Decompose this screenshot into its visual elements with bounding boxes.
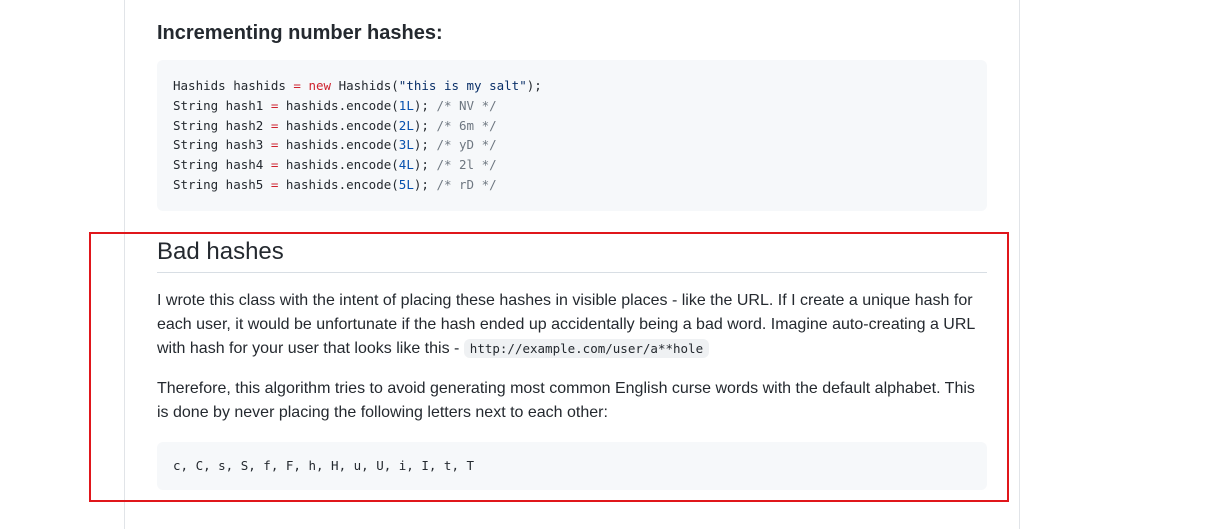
code-token: hashids.encode( xyxy=(278,157,399,173)
code-line: Hashids hashids = new Hashids("this is m… xyxy=(173,76,971,96)
forbidden-letters-code-block: c, C, s, S, f, F, h, H, u, U, i, I, t, T xyxy=(157,442,987,490)
example-url-inline-code: http://example.com/user/a**hole xyxy=(463,339,710,358)
code-token: String hash1 xyxy=(173,97,271,113)
code-token: hashids.encode( xyxy=(278,176,399,192)
code-token: hashids.encode( xyxy=(278,97,399,113)
code-token: "this is my salt" xyxy=(398,78,527,93)
code-line: String hash5 = hashids.encode(5L); /* rD… xyxy=(173,175,971,195)
bad-hashes-heading: Bad hashes xyxy=(157,236,987,273)
code-token: Hashids hashids xyxy=(173,78,294,93)
code-token: String hash3 xyxy=(173,137,271,153)
code-token: ); xyxy=(413,117,437,133)
code-token: ); xyxy=(413,137,437,153)
code-token: new xyxy=(308,78,332,93)
bad-hashes-paragraph-1: I wrote this class with the intent of pl… xyxy=(157,289,987,361)
code-token: /* yD */ xyxy=(436,137,497,153)
code-token: ); xyxy=(526,78,542,93)
code-token: /* NV */ xyxy=(436,97,497,113)
code-token: hashids.encode( xyxy=(278,117,399,133)
forbidden-letters-code: c, C, s, S, f, F, h, H, u, U, i, I, t, T xyxy=(173,458,475,473)
code-line: String hash4 = hashids.encode(4L); /* 2l… xyxy=(173,155,971,175)
code-token: Hashids( xyxy=(331,78,399,93)
content-frame-left-border xyxy=(124,0,125,529)
code-token: = xyxy=(293,78,301,93)
incrementing-hashes-code-block: Hashids hashids = new Hashids("this is m… xyxy=(157,60,987,211)
code-token: ); xyxy=(413,97,437,113)
content-frame-right-border xyxy=(1019,0,1020,529)
incrementing-hashes-heading: Incrementing number hashes: xyxy=(157,22,443,44)
code-line: String hash1 = hashids.encode(1L); /* NV… xyxy=(173,96,971,116)
code-token: 4L xyxy=(398,157,414,173)
code-token: 1L xyxy=(398,97,414,113)
code-line: String hash2 = hashids.encode(2L); /* 6m… xyxy=(173,116,971,136)
code-token: /* 6m */ xyxy=(436,117,497,133)
code-line: String hash3 = hashids.encode(3L); /* yD… xyxy=(173,135,971,155)
code-token: 2L xyxy=(398,117,414,133)
code-token: 3L xyxy=(398,137,414,153)
bad-hashes-paragraph-2: Therefore, this algorithm tries to avoid… xyxy=(157,380,975,421)
code-token: ); xyxy=(413,176,437,192)
code-token: /* 2l */ xyxy=(436,157,497,173)
code-token: 5L xyxy=(398,176,414,192)
code-token: String hash5 xyxy=(173,176,271,192)
code-token: hashids.encode( xyxy=(278,137,399,153)
code-token: ); xyxy=(413,157,437,173)
code-token: String hash4 xyxy=(173,157,271,173)
code-token: String hash2 xyxy=(173,117,271,133)
code-token: /* rD */ xyxy=(436,176,497,192)
